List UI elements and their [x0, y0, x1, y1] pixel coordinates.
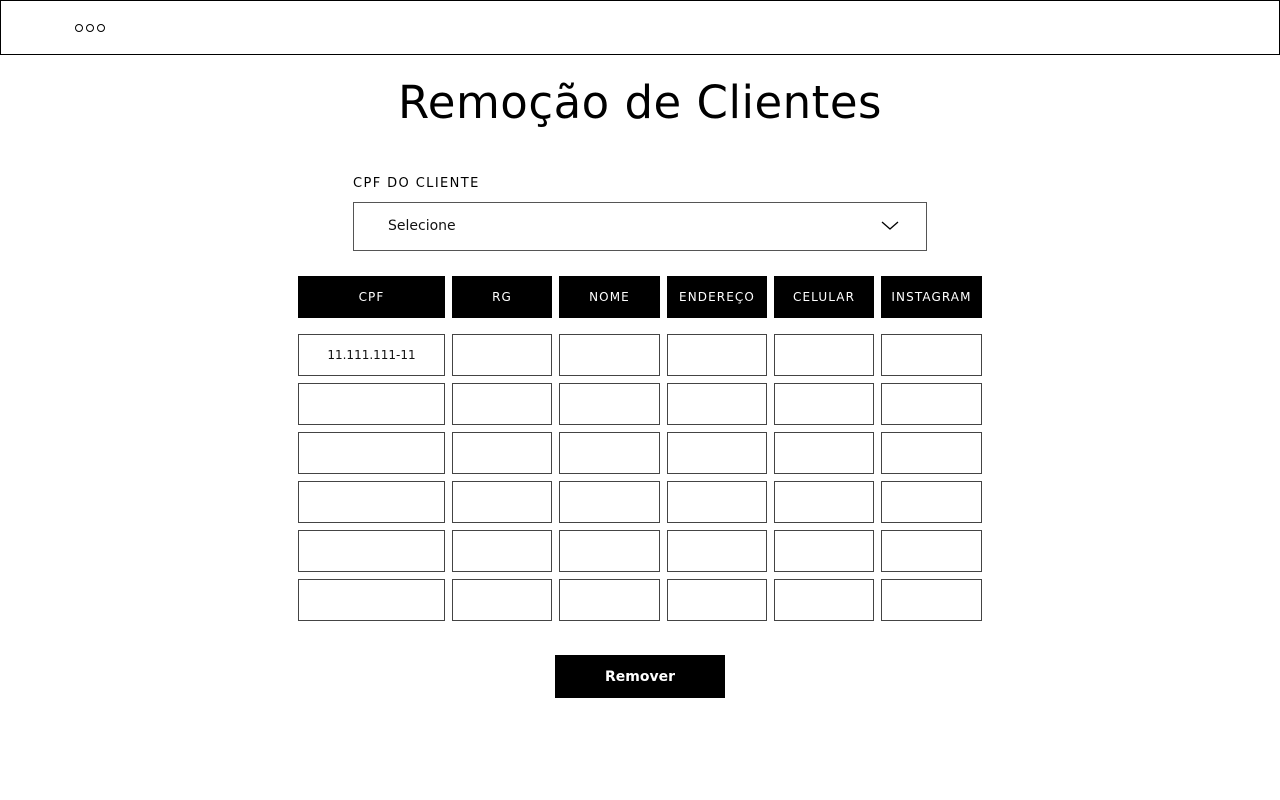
- column-header-instagram: INSTAGRAM: [881, 276, 982, 318]
- cell-celular[interactable]: [774, 530, 874, 572]
- cell-rg[interactable]: [452, 432, 552, 474]
- column-header-rg: RG: [452, 276, 552, 318]
- top-bar: [0, 0, 1280, 55]
- cpf-select-value: Selecione: [388, 218, 456, 234]
- dot: [97, 24, 105, 32]
- dot: [86, 24, 94, 32]
- cell-instagram[interactable]: [881, 383, 982, 425]
- cell-endereco[interactable]: [667, 530, 767, 572]
- cell-endereco[interactable]: [667, 383, 767, 425]
- cell-endereco[interactable]: [667, 481, 767, 523]
- cell-instagram[interactable]: [881, 579, 982, 621]
- cell-nome[interactable]: [559, 432, 660, 474]
- cell-rg[interactable]: [452, 579, 552, 621]
- cell-nome[interactable]: [559, 530, 660, 572]
- page-title: Remoção de Clientes: [398, 76, 882, 129]
- cell-instagram[interactable]: [881, 334, 982, 376]
- cell-cpf[interactable]: [298, 530, 445, 572]
- cell-nome[interactable]: [559, 481, 660, 523]
- dot: [75, 24, 83, 32]
- column-header-cpf: CPF: [298, 276, 445, 318]
- cell-celular[interactable]: [774, 579, 874, 621]
- cell-celular[interactable]: [774, 432, 874, 474]
- cell-endereco[interactable]: [667, 334, 767, 376]
- cell-instagram[interactable]: [881, 432, 982, 474]
- cell-instagram[interactable]: [881, 530, 982, 572]
- remove-button[interactable]: Remover: [555, 655, 725, 698]
- cell-rg[interactable]: [452, 481, 552, 523]
- cell-rg[interactable]: [452, 383, 552, 425]
- cell-celular[interactable]: [774, 481, 874, 523]
- cell-cpf[interactable]: [298, 481, 445, 523]
- column-header-nome: NOME: [559, 276, 660, 318]
- cell-cpf[interactable]: [298, 432, 445, 474]
- chevron-down-icon: [881, 221, 899, 230]
- column-header-celular: CELULAR: [774, 276, 874, 318]
- cell-instagram[interactable]: [881, 481, 982, 523]
- cpf-select[interactable]: Selecione: [353, 202, 927, 251]
- cell-rg[interactable]: [452, 530, 552, 572]
- cell-celular[interactable]: [774, 334, 874, 376]
- cell-celular[interactable]: [774, 383, 874, 425]
- cell-nome[interactable]: [559, 383, 660, 425]
- cell-endereco[interactable]: [667, 432, 767, 474]
- cell-nome[interactable]: [559, 579, 660, 621]
- cpf-field-label: CPF DO CLIENTE: [353, 176, 480, 191]
- more-dots-icon[interactable]: [75, 24, 105, 32]
- cell-rg[interactable]: [452, 334, 552, 376]
- cell-endereco[interactable]: [667, 579, 767, 621]
- cell-nome[interactable]: [559, 334, 660, 376]
- cell-cpf[interactable]: 11.111.111-11: [298, 334, 445, 376]
- column-header-endereco: ENDEREÇO: [667, 276, 767, 318]
- cell-cpf[interactable]: [298, 579, 445, 621]
- cell-cpf[interactable]: [298, 383, 445, 425]
